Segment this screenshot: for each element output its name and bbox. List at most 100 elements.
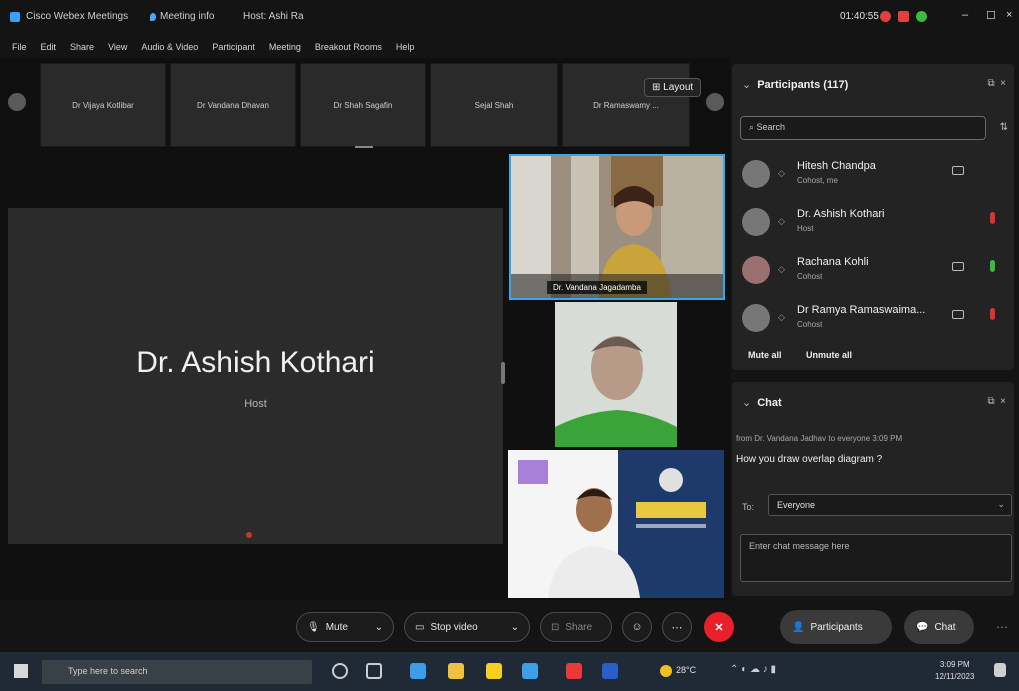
participants-title: Participants (117) — [757, 79, 849, 91]
strip-thumbnail[interactable]: Dr Vandana Dhavan — [170, 63, 296, 147]
strip-next-icon[interactable] — [706, 93, 724, 111]
strip-thumbnail[interactable]: Dr Ramaswamy ... — [562, 63, 690, 147]
video-tile-3[interactable] — [508, 450, 724, 598]
maximize-icon[interactable]: ☐ — [986, 9, 996, 22]
chevron-down-icon[interactable]: ⌄ — [511, 622, 519, 633]
panel-header-icons: ⧉ × — [987, 78, 1006, 89]
participant-row[interactable]: ◇ Hitesh Chandpa Cohost, me — [742, 156, 1007, 200]
mic-muted-icon[interactable] — [990, 308, 995, 320]
system-tray-icons[interactable]: ⌃ ◐ ☁ ♪ ▮ — [730, 664, 776, 675]
connection-status-icon[interactable] — [916, 11, 927, 22]
collapse-chevron-icon[interactable]: ⌄ — [742, 397, 751, 409]
meeting-info-label: Meeting info — [160, 11, 215, 22]
popout-icon[interactable]: ⧉ — [987, 78, 994, 89]
mute-button[interactable]: 🎙 Mute ⌄ — [296, 612, 394, 642]
menu-view[interactable]: View — [108, 42, 127, 52]
end-meeting-icon[interactable]: ✕ — [704, 612, 734, 642]
pdf-reader-icon[interactable] — [566, 663, 582, 679]
file-explorer-icon[interactable] — [448, 663, 464, 679]
menu-bar: File Edit Share View Audio & Video Parti… — [0, 36, 1019, 58]
chat-to-label: To: — [742, 502, 755, 512]
participant-row[interactable]: ◇ Rachana Kohli Cohost — [742, 252, 1007, 296]
main-stage: Dr. Ashish Kothari Host Dr. Vandana Jaga… — [0, 150, 730, 600]
participant-search-input[interactable]: ⌕ Search — [740, 116, 986, 140]
chat-message-input[interactable]: Enter chat message here — [740, 534, 1012, 582]
meeting-info-button[interactable]: Meeting info — [150, 11, 214, 22]
taskbar-search-placeholder: Type here to search — [68, 666, 148, 676]
strip-thumbnail[interactable]: Dr Shah Sagafin — [300, 63, 426, 147]
camera-icon[interactable] — [952, 166, 964, 175]
app-title: Cisco Webex Meetings — [10, 11, 128, 22]
windows-taskbar: Type here to search 28°C ⌃ ◐ ☁ ♪ ▮ 3:09 … — [0, 652, 1019, 691]
video-feed-1 — [511, 156, 723, 298]
collapse-chevron-icon[interactable]: ⌄ — [742, 79, 751, 91]
webex-taskbar-icon[interactable] — [522, 663, 538, 679]
video-tile-2[interactable] — [555, 302, 677, 447]
strip-resize-handle[interactable] — [355, 146, 373, 148]
menu-meeting[interactable]: Meeting — [269, 42, 301, 52]
more-options-icon[interactable]: ⋯ — [662, 612, 692, 642]
participant-row[interactable]: ◇ Dr. Ashish Kothari Host — [742, 204, 1007, 248]
mic-active-icon[interactable] — [990, 260, 995, 272]
task-view-icon[interactable] — [366, 663, 382, 679]
weather-temperature[interactable]: 28°C — [676, 665, 696, 675]
strip-prev-icon[interactable] — [8, 93, 26, 111]
search-placeholder: Search — [756, 122, 786, 132]
minimize-icon[interactable]: – — [962, 9, 968, 21]
stop-video-button[interactable]: ▭ Stop video ⌄ — [404, 612, 530, 642]
mic-muted-icon[interactable] — [990, 212, 995, 224]
webex-logo-icon — [10, 11, 20, 22]
strip-thumbnail[interactable]: Sejal Shah — [430, 63, 558, 147]
menu-share[interactable]: Share — [70, 42, 94, 52]
share-button[interactable]: ⊡ Share — [540, 612, 612, 642]
active-speaker-tile[interactable]: Dr. Ashish Kothari Host — [8, 208, 503, 544]
participants-button[interactable]: 👤 Participants — [780, 610, 892, 644]
chat-recipient-select[interactable]: Everyone ⌄ — [768, 494, 1012, 516]
splitter-handle[interactable] — [501, 362, 505, 384]
menu-participant[interactable]: Participant — [212, 42, 255, 52]
sort-icon[interactable]: ⇅ — [1000, 122, 1008, 133]
chat-label: Chat — [934, 621, 956, 633]
menu-file[interactable]: File — [12, 42, 27, 52]
chat-header[interactable]: ⌄ Chat — [742, 396, 782, 409]
popout-icon[interactable]: ⧉ — [987, 396, 994, 407]
more-icon[interactable]: ⋯ — [996, 620, 1008, 634]
layout-button[interactable]: ⊞ Layout — [644, 78, 702, 97]
record-stop-icon[interactable] — [898, 11, 909, 22]
edge-browser-icon[interactable] — [410, 663, 426, 679]
participants-header[interactable]: ⌄ Participants (117) — [742, 78, 848, 91]
mute-label: Mute — [325, 621, 348, 633]
taskbar-clock[interactable]: 3:09 PM 12/11/2023 — [935, 659, 974, 683]
sticky-notes-icon[interactable] — [486, 663, 502, 679]
share-label: Share — [565, 621, 593, 633]
close-panel-icon[interactable]: × — [1000, 78, 1006, 89]
participant-row[interactable]: ◇ Dr Ramya Ramaswaima... Cohost — [742, 300, 1007, 344]
camera-icon[interactable] — [952, 262, 964, 271]
windows-start-icon[interactable] — [14, 664, 28, 678]
mute-all-button[interactable]: Mute all — [748, 350, 782, 360]
camera-icon[interactable] — [952, 310, 964, 319]
unmute-all-button[interactable]: Unmute all — [806, 350, 852, 360]
layout-grid-icon: ⊞ — [652, 82, 664, 93]
notifications-icon[interactable] — [994, 663, 1006, 677]
chevron-down-icon[interactable]: ⌄ — [375, 622, 383, 633]
close-panel-icon[interactable]: × — [1000, 396, 1006, 407]
video-tile-1[interactable]: Dr. Vandana Jagadamba — [509, 154, 725, 300]
chat-panel: ⌄ Chat ⧉ × from Dr. Vandana Jadhav to eve… — [732, 382, 1014, 596]
menu-audio-video[interactable]: Audio & Video — [141, 42, 198, 52]
close-icon[interactable]: × — [1006, 9, 1012, 21]
reactions-icon[interactable]: ☺ — [622, 612, 652, 642]
chat-button[interactable]: 💬 Chat — [904, 610, 974, 644]
avatar — [742, 256, 770, 284]
participant-name: Hitesh Chandpa — [797, 160, 876, 172]
participant-role: Host — [797, 224, 814, 233]
cortana-icon[interactable] — [332, 663, 348, 679]
recording-indicator-icon[interactable] — [880, 11, 891, 22]
taskbar-search-input[interactable]: Type here to search — [42, 660, 312, 684]
word-icon[interactable] — [602, 663, 618, 679]
chevron-down-icon: ⌄ — [997, 499, 1005, 509]
menu-edit[interactable]: Edit — [41, 42, 57, 52]
strip-thumbnail[interactable]: Dr Vijaya Kotlibar — [40, 63, 166, 147]
menu-breakout-rooms[interactable]: Breakout Rooms — [315, 42, 382, 52]
menu-help[interactable]: Help — [396, 42, 415, 52]
